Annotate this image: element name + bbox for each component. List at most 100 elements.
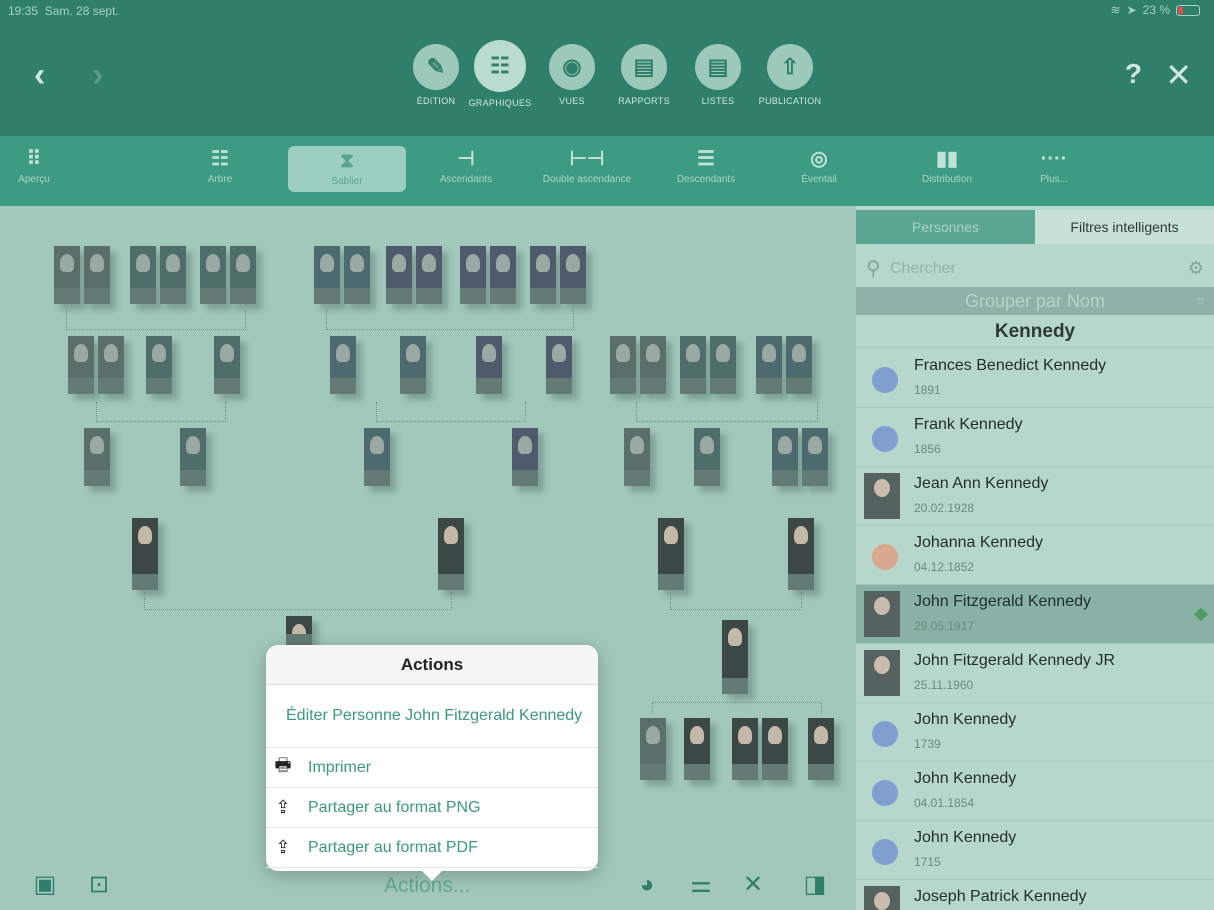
chart-type-double-ascendance[interactable]: ⊢⊣ Double ascendance	[528, 144, 646, 185]
person-card-photo[interactable]	[788, 518, 814, 590]
search-bar[interactable]: ⚲ Chercher ⚙	[856, 252, 1214, 286]
chart-type-distribution[interactable]: ▮▮ Distribution	[906, 144, 988, 185]
back-button[interactable]: ‹	[34, 58, 45, 92]
palette-icon[interactable]: ◕	[634, 872, 660, 898]
person-card-photo[interactable]	[732, 718, 758, 780]
mode-label: RAPPORTS	[618, 96, 670, 106]
person-card[interactable]	[344, 246, 370, 304]
persons-panel: Personnes Filtres intelligents ⚲ Cherche…	[856, 206, 1214, 910]
gear-icon[interactable]: ⚙	[1188, 258, 1204, 279]
person-card-photo[interactable]	[762, 718, 788, 780]
list-item[interactable]: John Kennedy 1715	[856, 821, 1214, 880]
mode-vues[interactable]: ◉ VUES	[540, 44, 604, 106]
person-card[interactable]	[546, 336, 572, 394]
person-card[interactable]	[84, 246, 110, 304]
list-item[interactable]: John Kennedy 04.01.1854	[856, 762, 1214, 821]
person-card[interactable]	[400, 336, 426, 394]
chart-type-plus[interactable]: ···· Plus...	[1034, 144, 1074, 185]
person-card[interactable]	[130, 246, 156, 304]
help-button[interactable]: ?	[1125, 58, 1142, 90]
tab-filtres-intelligents[interactable]: Filtres intelligents	[1035, 210, 1214, 244]
person-card[interactable]	[710, 336, 736, 394]
list-item[interactable]: John Fitzgerald Kennedy JR 25.11.1960	[856, 644, 1214, 703]
person-card[interactable]	[160, 246, 186, 304]
list-item[interactable]: Frances Benedict Kennedy 1891	[856, 349, 1214, 408]
person-card[interactable]	[200, 246, 226, 304]
person-card-photo[interactable]	[808, 718, 834, 780]
person-card[interactable]	[624, 428, 650, 486]
focus-person-icon[interactable]: ⊡	[86, 872, 112, 898]
person-card[interactable]	[230, 246, 256, 304]
chart-type-arbre[interactable]: ☷ Arbre	[190, 144, 250, 185]
person-color-dot	[872, 839, 898, 865]
chart-icon: ☷	[474, 40, 526, 92]
person-card[interactable]	[610, 336, 636, 394]
mode-publication[interactable]: ⇧ PUBLICATION	[758, 44, 822, 106]
list-item[interactable]: Johanna Kennedy 04.12.1852	[856, 526, 1214, 585]
person-card[interactable]	[314, 246, 340, 304]
close-button[interactable]: ✕	[1165, 56, 1192, 94]
person-card[interactable]	[68, 336, 94, 394]
person-card[interactable]	[180, 428, 206, 486]
person-card[interactable]	[490, 246, 516, 304]
list-item[interactable]: Jean Ann Kennedy 20.02.1928	[856, 467, 1214, 526]
chart-type-descendants[interactable]: ☰ Descendants	[664, 144, 748, 185]
chart-type-apercu[interactable]: ⠿ Aperçu	[6, 144, 62, 185]
person-card-photo[interactable]	[658, 518, 684, 590]
mode-label: VUES	[559, 96, 585, 106]
list-item-selected[interactable]: John Fitzgerald Kennedy 29.05.1917 ◆	[856, 585, 1214, 644]
person-card[interactable]	[694, 428, 720, 486]
share-png-action[interactable]: ⇪ Partager au format PNG	[266, 788, 598, 828]
group-by-header[interactable]: Grouper par Nom ≡	[856, 287, 1214, 315]
person-card-photo[interactable]	[722, 620, 748, 694]
person-card[interactable]	[98, 336, 124, 394]
toggle-options-icon[interactable]: ⚌	[688, 872, 714, 898]
list-item[interactable]: Joseph Patrick Kennedy	[856, 880, 1214, 910]
mode-listes[interactable]: ▤ LISTES	[686, 44, 750, 106]
person-card[interactable]	[640, 336, 666, 394]
mode-rapports[interactable]: ▤ RAPPORTS	[612, 44, 676, 106]
person-card[interactable]	[54, 246, 80, 304]
list-item[interactable]: Frank Kennedy 1856	[856, 408, 1214, 467]
tools-icon[interactable]: ✕	[740, 872, 766, 898]
search-input[interactable]: Chercher	[890, 260, 956, 278]
chart-type-sablier[interactable]: ⧗ Sablier	[288, 146, 406, 192]
person-card[interactable]	[84, 428, 110, 486]
person-card-photo[interactable]	[684, 718, 710, 780]
person-card[interactable]	[640, 718, 666, 780]
person-card[interactable]	[416, 246, 442, 304]
print-action[interactable]: 🖶 Imprimer	[266, 748, 598, 788]
chart-type-ascendants[interactable]: ⊣ Ascendants	[424, 144, 508, 185]
person-card[interactable]	[786, 336, 812, 394]
person-card[interactable]	[476, 336, 502, 394]
forward-button[interactable]: ›	[92, 58, 103, 92]
actions-popover: Actions Éditer Personne John Fitzgerald …	[266, 645, 598, 881]
person-card[interactable]	[680, 336, 706, 394]
edit-person-action[interactable]: Éditer Personne John Fitzgerald Kennedy	[266, 685, 598, 748]
sort-icon[interactable]: ≡	[1196, 287, 1204, 315]
person-card[interactable]	[512, 428, 538, 486]
mode-edition[interactable]: ✎ ÉDITION	[404, 44, 468, 106]
person-card[interactable]	[756, 336, 782, 394]
person-card[interactable]	[146, 336, 172, 394]
chart-type-bar: ⠿ Aperçu ☷ Arbre ⧗ Sablier ⊣ Ascendants …	[0, 136, 1214, 206]
person-card[interactable]	[364, 428, 390, 486]
tab-personnes[interactable]: Personnes	[856, 210, 1035, 244]
fit-screen-icon[interactable]: ▣	[32, 872, 58, 898]
sidebar-toggle-icon[interactable]: ◨	[802, 872, 828, 898]
person-card[interactable]	[330, 336, 356, 394]
person-card[interactable]	[560, 246, 586, 304]
list-item[interactable]: John Kennedy 1739	[856, 703, 1214, 762]
mode-graphiques[interactable]: ☷ GRAPHIQUES	[468, 40, 532, 108]
person-card[interactable]	[214, 336, 240, 394]
chart-type-eventail[interactable]: ◎ Éventail	[786, 144, 852, 185]
person-card-photo[interactable]	[132, 518, 158, 590]
person-card[interactable]	[530, 246, 556, 304]
person-card[interactable]	[772, 428, 798, 486]
tag-icon: ◆	[1194, 603, 1208, 623]
person-card[interactable]	[802, 428, 828, 486]
person-card[interactable]	[460, 246, 486, 304]
person-card[interactable]	[386, 246, 412, 304]
share-pdf-action[interactable]: ⇪ Partager au format PDF	[266, 828, 598, 868]
person-card-photo[interactable]	[438, 518, 464, 590]
